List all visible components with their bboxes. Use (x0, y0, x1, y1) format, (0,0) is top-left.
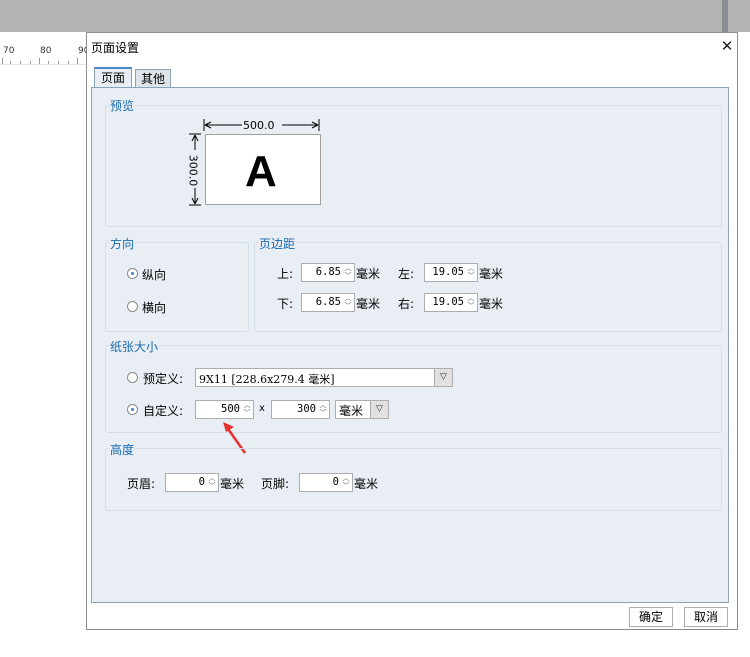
margin-left-input[interactable]: 19.05 ︿ ﹀ (424, 263, 478, 282)
margins-group (254, 242, 722, 332)
chevron-down-icon[interactable]: ▽ (370, 401, 388, 418)
spin-down-icon[interactable]: ﹀ (342, 272, 354, 280)
background-toolbar (0, 0, 750, 32)
orientation-group (105, 242, 249, 332)
paper-size-group (105, 345, 722, 433)
times-sign: x (259, 403, 265, 414)
margin-right-label: 右: (398, 297, 415, 311)
spin-up-icon[interactable]: ︿ (206, 474, 218, 482)
cancel-button[interactable]: 取消 (684, 607, 728, 627)
chevron-down-icon[interactable]: ▽ (434, 369, 452, 386)
height-label: 高度 (109, 441, 136, 458)
footer-unit: 毫米 (354, 477, 379, 491)
spin-down-icon[interactable]: ﹀ (206, 482, 218, 490)
ruler-mark: 80 (40, 46, 52, 56)
header-unit: 毫米 (220, 477, 245, 491)
margin-bottom-input[interactable]: 6.85 ︿ ﹀ (301, 293, 355, 312)
preview-height-label: 300.0 (186, 154, 200, 187)
ruler-mark: 70 (3, 46, 15, 56)
spin-up-icon[interactable]: ︿ (241, 401, 253, 409)
close-icon[interactable]: ✕ (717, 36, 737, 56)
ok-button[interactable]: 确定 (629, 607, 673, 627)
margin-top-label: 上: (277, 267, 294, 281)
predefined-radio[interactable] (127, 372, 138, 383)
tab-other[interactable]: 其他 (135, 69, 171, 89)
page-setup-dialog: 页面设置 ✕ 页面 其他 预览 A 500.0 300.0 方向 纵向 横向 页… (86, 32, 738, 630)
landscape-label: 横向 (142, 301, 167, 315)
custom-height-input[interactable]: 300 ︿ ﹀ (271, 400, 330, 419)
spin-down-icon[interactable]: ﹀ (241, 409, 253, 417)
ruler: 70 80 90 (0, 32, 89, 65)
spin-up-icon[interactable]: ︿ (317, 401, 329, 409)
spin-down-icon[interactable]: ﹀ (465, 302, 477, 310)
tab-page[interactable]: 页面 (94, 67, 132, 89)
portrait-label: 纵向 (142, 268, 167, 282)
spin-up-icon[interactable]: ︿ (342, 264, 354, 272)
footer-label: 页脚: (261, 477, 290, 491)
custom-label: 自定义: (143, 404, 184, 418)
spin-down-icon[interactable]: ﹀ (342, 302, 354, 310)
custom-width-input[interactable]: 500 ︿ ﹀ (195, 400, 254, 419)
margin-left-label: 左: (398, 267, 415, 281)
spin-down-icon[interactable]: ﹀ (340, 482, 352, 490)
margin-right-unit: 毫米 (479, 297, 504, 311)
preview-label: 预览 (109, 97, 136, 114)
landscape-radio[interactable] (127, 301, 138, 312)
spin-up-icon[interactable]: ︿ (342, 294, 354, 302)
spin-up-icon[interactable]: ︿ (465, 264, 477, 272)
margin-top-input[interactable]: 6.85 ︿ ﹀ (301, 263, 355, 282)
scrollbar-thumb[interactable] (722, 0, 728, 32)
predefined-select[interactable]: 9X11 [228.6x279.4 毫米] ▽ (195, 368, 453, 387)
margin-left-unit: 毫米 (479, 267, 504, 281)
paper-size-label: 纸张大小 (109, 338, 160, 355)
margin-bottom-label: 下: (277, 297, 294, 311)
spin-down-icon[interactable]: ﹀ (465, 272, 477, 280)
dialog-title: 页面设置 (91, 41, 140, 55)
portrait-radio[interactable] (127, 268, 138, 279)
margin-right-input[interactable]: 19.05 ︿ ﹀ (424, 293, 478, 312)
custom-unit-select[interactable]: 毫米 ▽ (335, 400, 389, 419)
preview-width-label: 500.0 (243, 119, 275, 132)
spin-down-icon[interactable]: ﹀ (317, 409, 329, 417)
tab-panel-page: 预览 A 500.0 300.0 方向 纵向 横向 页边距 上: 6.85 ︿ … (91, 87, 729, 603)
preview-paper: A (205, 134, 321, 205)
header-input[interactable]: 0 ︿ ﹀ (165, 473, 219, 492)
spin-up-icon[interactable]: ︿ (340, 474, 352, 482)
footer-input[interactable]: 0 ︿ ﹀ (299, 473, 353, 492)
spin-up-icon[interactable]: ︿ (465, 294, 477, 302)
header-label: 页眉: (127, 477, 156, 491)
margin-top-unit: 毫米 (356, 267, 381, 281)
preview-sample-text: A (245, 147, 277, 196)
margins-label: 页边距 (258, 235, 297, 252)
predefined-label: 预定义: (143, 372, 184, 386)
orientation-label: 方向 (109, 235, 136, 252)
custom-radio[interactable] (127, 404, 138, 415)
margin-bottom-unit: 毫米 (356, 297, 381, 311)
